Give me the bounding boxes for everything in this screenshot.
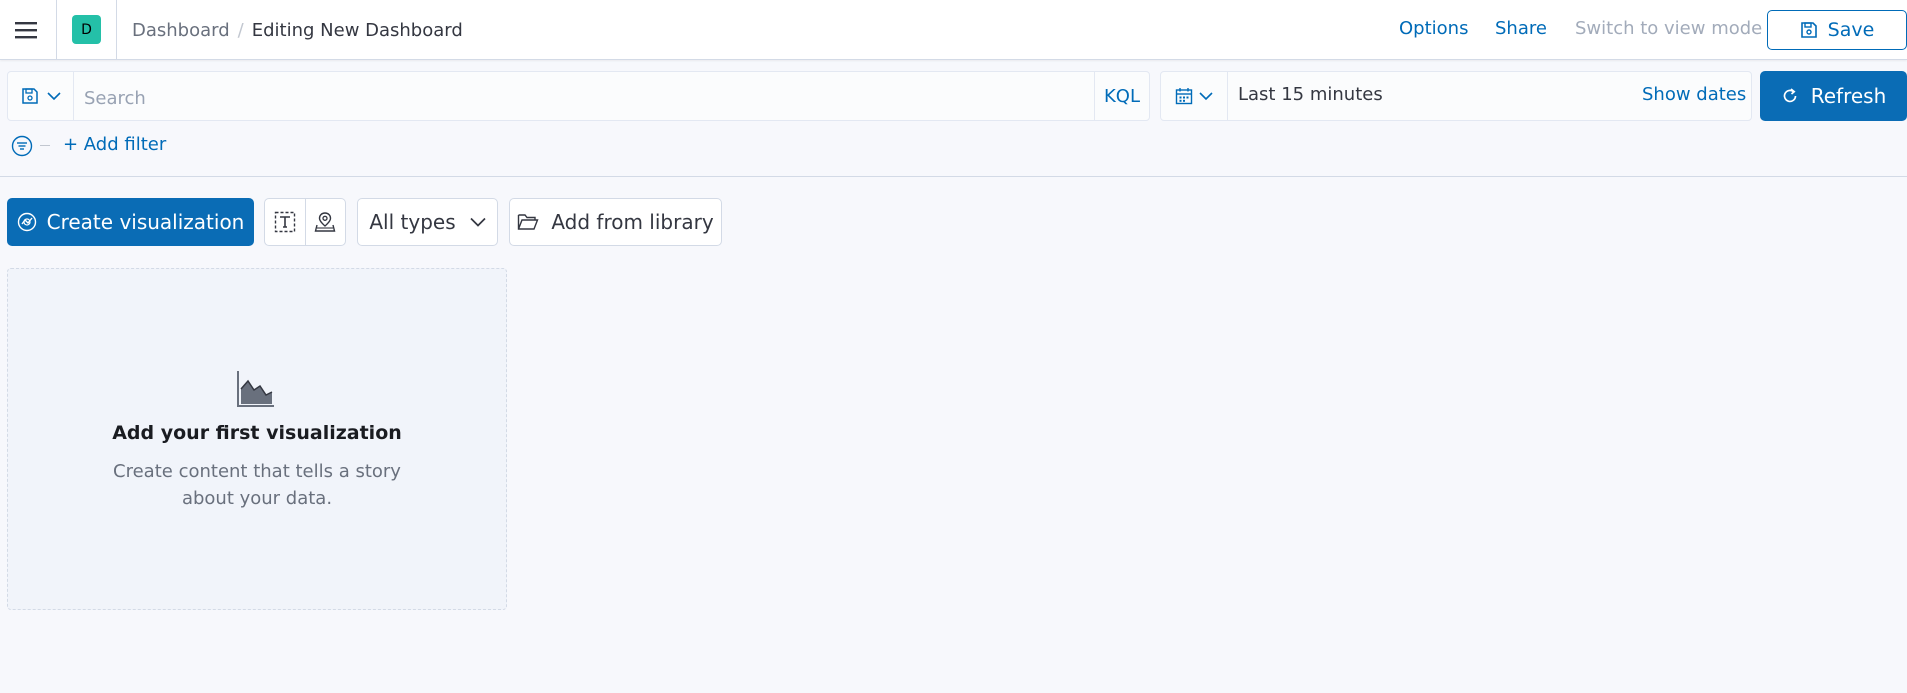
kql-label: KQL (1104, 85, 1140, 107)
all-types-label: All types (369, 210, 456, 234)
space-avatar[interactable]: D (72, 15, 101, 44)
refresh-icon (1783, 88, 1797, 103)
header-divider (56, 0, 57, 60)
options-link[interactable]: Options (1399, 18, 1468, 39)
saved-query-button[interactable] (8, 72, 74, 120)
chevron-down-icon (470, 217, 486, 227)
area-chart-icon (235, 369, 275, 409)
create-visualization-label: Create visualization (46, 210, 245, 234)
share-link[interactable]: Share (1495, 18, 1547, 39)
breadcrumb: Dashboard / Editing New Dashboard (132, 18, 463, 42)
date-range-text[interactable]: Last 15 minutes (1238, 84, 1383, 105)
empty-state-title: Add your first visualization (112, 422, 402, 444)
filter-divider (40, 145, 50, 146)
chevron-down-icon (46, 91, 61, 100)
visualize-app-icon (17, 212, 36, 232)
switch-view-mode-link[interactable]: Switch to view mode (1575, 18, 1762, 39)
add-filter-button[interactable]: + Add filter (63, 134, 166, 155)
saved-query-icon (21, 88, 38, 104)
all-types-dropdown[interactable]: All types (357, 198, 498, 246)
menu-button[interactable] (10, 14, 42, 46)
breadcrumb-separator: / (237, 19, 244, 41)
calendar-icon (1175, 88, 1193, 105)
save-button[interactable]: Save (1767, 10, 1907, 50)
hamburger-icon (15, 22, 37, 39)
maps-icon (315, 212, 336, 232)
add-from-library-label: Add from library (551, 210, 714, 234)
breadcrumb-current: Editing New Dashboard (251, 19, 463, 41)
refresh-label: Refresh (1810, 84, 1887, 108)
filter-menu-button[interactable] (11, 135, 33, 157)
text-panel-icon (274, 211, 296, 233)
folder-open-icon (518, 214, 539, 230)
empty-state-description: Create content that tells a story about … (113, 461, 401, 509)
save-label: Save (1827, 19, 1875, 41)
save-icon (1800, 22, 1817, 38)
chevron-down-icon (1199, 91, 1213, 100)
add-from-library-button[interactable]: Add from library (509, 198, 722, 246)
date-quick-select-button[interactable] (1161, 72, 1228, 120)
breadcrumb-dashboard[interactable]: Dashboard (132, 20, 230, 41)
filter-icon (11, 135, 33, 157)
add-map-button[interactable] (304, 199, 345, 245)
show-dates-link[interactable]: Show dates (1642, 84, 1746, 105)
add-text-button[interactable] (265, 199, 305, 245)
quick-add-group (264, 198, 346, 246)
kql-language-button[interactable]: KQL (1094, 72, 1149, 120)
space-initial: D (81, 21, 92, 38)
refresh-button[interactable]: Refresh (1760, 71, 1907, 121)
header-divider (116, 0, 117, 60)
create-visualization-button[interactable]: Create visualization (7, 198, 254, 246)
section-divider (0, 176, 1907, 177)
search-input[interactable] (84, 85, 1074, 111)
